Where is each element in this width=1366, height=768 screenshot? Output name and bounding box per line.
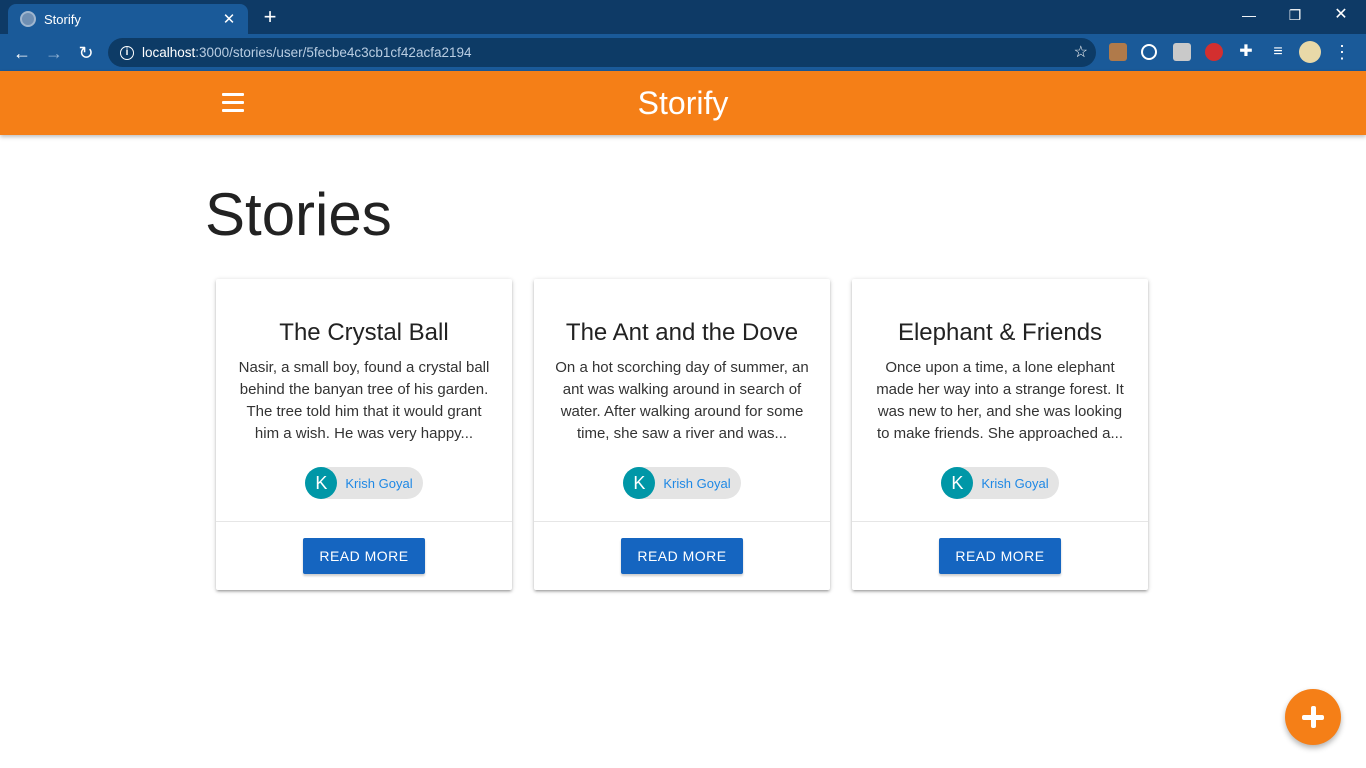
back-icon[interactable]: ← xyxy=(9,40,35,66)
info-icon[interactable]: i xyxy=(120,45,134,60)
extension-icon[interactable] xyxy=(1109,43,1127,61)
story-card: The Crystal Ball Nasir, a small boy, fou… xyxy=(216,279,512,590)
author-name[interactable]: Krish Goyal xyxy=(981,476,1048,491)
read-more-button[interactable]: READ MORE xyxy=(621,538,743,574)
reload-icon[interactable]: ↻ xyxy=(73,40,99,66)
story-title: The Crystal Ball xyxy=(279,319,449,346)
forward-icon[interactable]: → xyxy=(41,40,67,66)
author-avatar: K xyxy=(305,467,338,499)
story-title: Elephant & Friends xyxy=(897,319,1103,346)
author-avatar: K xyxy=(941,467,974,499)
profile-avatar[interactable] xyxy=(1299,41,1321,63)
author-chip[interactable]: K Krish Goyal xyxy=(941,467,1059,499)
minimize-icon[interactable]: — xyxy=(1226,0,1272,30)
tab-title: Storify xyxy=(44,11,81,27)
story-excerpt: Nasir, a small boy, found a crystal ball… xyxy=(238,359,490,442)
app-bar: Storify xyxy=(0,71,1366,135)
globe-icon xyxy=(20,11,36,27)
story-excerpt: Once upon a time, a lone elephant made h… xyxy=(876,359,1124,442)
author-name[interactable]: Krish Goyal xyxy=(663,476,730,491)
close-tab-icon[interactable]: ✕ xyxy=(220,10,238,28)
author-name[interactable]: Krish Goyal xyxy=(345,476,412,491)
author-avatar: K xyxy=(623,467,656,499)
bookmark-star-icon[interactable]: ☆ xyxy=(1074,42,1088,62)
story-card: The Ant and the Dove On a hot scorching … xyxy=(534,279,830,590)
browser-toolbar: ← → ↻ i localhost:3000/stories/user/5fec… xyxy=(0,34,1366,71)
more-menu-icon[interactable]: ⋮ xyxy=(1333,43,1351,61)
close-window-icon[interactable]: ✕ xyxy=(1318,0,1364,30)
brand-logo[interactable]: Storify xyxy=(0,85,1366,122)
read-more-button[interactable]: READ MORE xyxy=(939,538,1061,574)
restore-icon[interactable]: ❐ xyxy=(1272,0,1318,30)
story-excerpt: On a hot scorching day of summer, an ant… xyxy=(555,359,809,442)
puzzle-icon[interactable]: ✚ xyxy=(1237,43,1255,61)
author-chip[interactable]: K Krish Goyal xyxy=(623,467,741,499)
read-more-button[interactable]: READ MORE xyxy=(303,538,425,574)
adblock-icon[interactable] xyxy=(1205,43,1223,61)
browser-tab[interactable]: Storify ✕ xyxy=(8,4,248,34)
url-text[interactable]: localhost:3000/stories/user/5fecbe4c3cb1… xyxy=(142,45,472,60)
author-chip[interactable]: K Krish Goyal xyxy=(305,467,423,499)
page-title: Stories xyxy=(205,181,392,248)
new-tab-icon[interactable]: + xyxy=(258,6,282,30)
extension-icon[interactable] xyxy=(1173,43,1191,61)
add-story-fab-plus-icon[interactable] xyxy=(1285,689,1341,745)
react-devtools-icon[interactable] xyxy=(1141,44,1157,60)
story-title: The Ant and the Dove xyxy=(565,319,799,346)
address-bar[interactable]: i localhost:3000/stories/user/5fecbe4c3c… xyxy=(108,38,1096,67)
media-icon[interactable]: ≡ xyxy=(1269,43,1287,61)
browser-tab-strip: Storify ✕ + — ❐ ✕ xyxy=(0,0,1366,34)
story-card: Elephant & Friends Once upon a time, a l… xyxy=(852,279,1148,590)
